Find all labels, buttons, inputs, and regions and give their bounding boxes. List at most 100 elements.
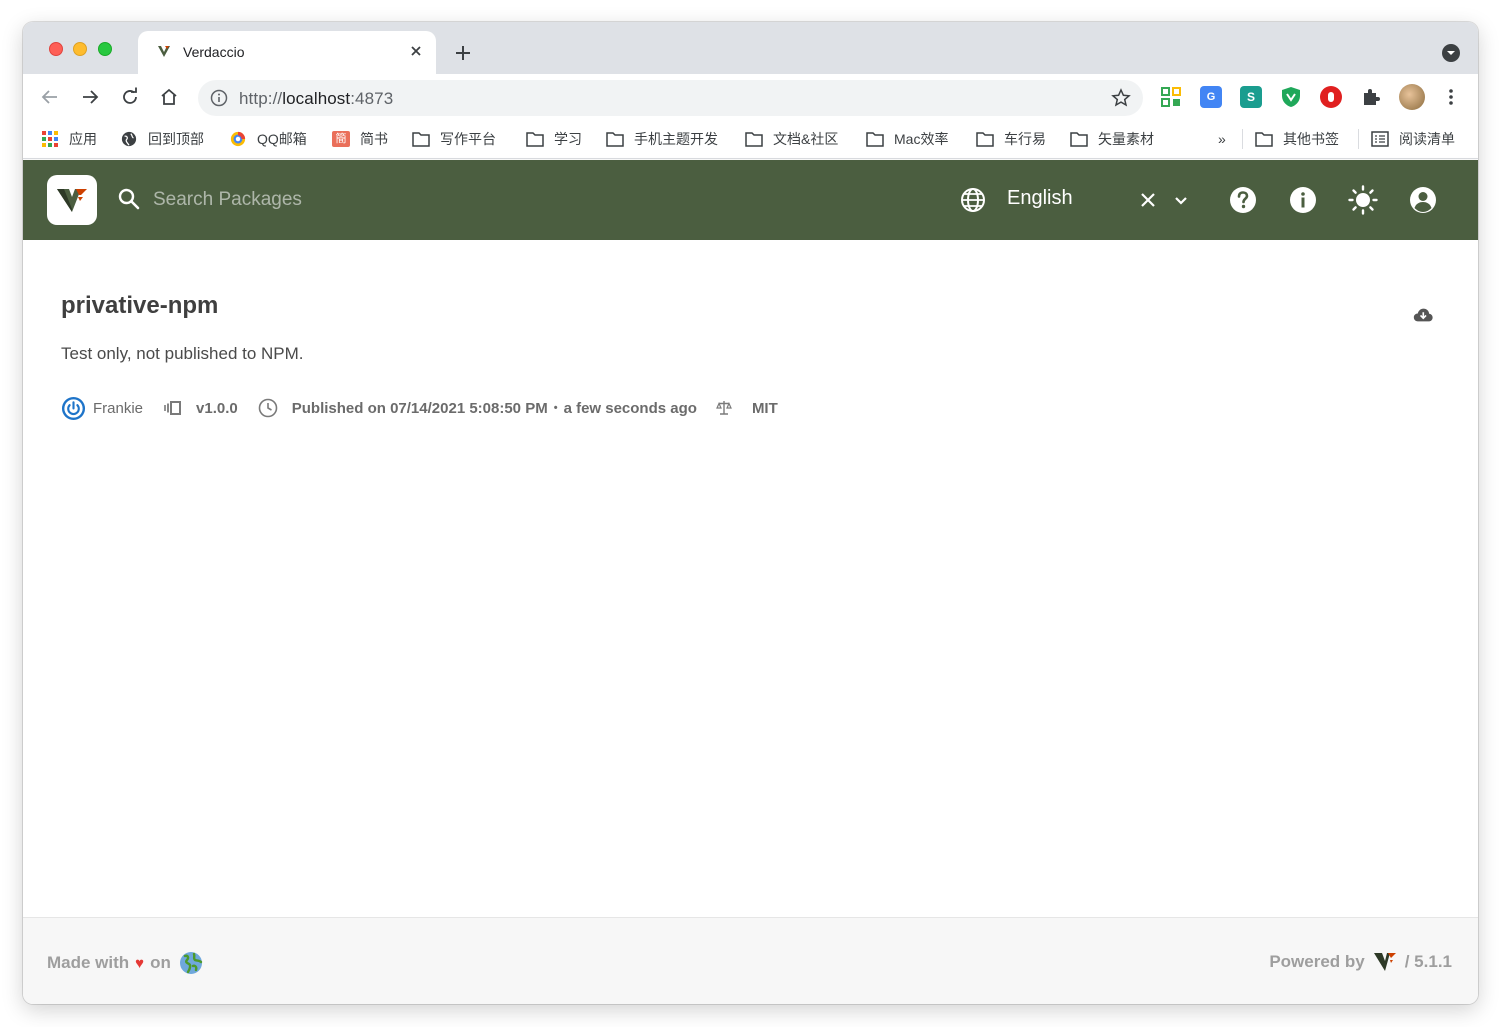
earth-globe-icon[interactable] [179, 951, 203, 975]
new-tab-button[interactable] [451, 41, 475, 65]
clear-language-icon[interactable] [1136, 188, 1160, 212]
bookmark-folder[interactable]: Mac效率 [866, 129, 948, 149]
back-button[interactable] [38, 85, 62, 109]
language-select[interactable]: English [1007, 187, 1073, 210]
published-date: Published on 07/14/2021 5:08:50 PM [291, 399, 548, 417]
bookmarks-overflow-button[interactable]: » [1218, 129, 1226, 149]
s-extension-icon[interactable]: S [1240, 86, 1262, 108]
bookmark-label: 应用 [69, 131, 97, 147]
arrow-right-icon [83, 90, 99, 104]
bookmark-folder[interactable]: 文档&社区 [745, 129, 838, 149]
folder-icon [412, 132, 430, 147]
globe-icon [961, 188, 985, 212]
package-list: privative-npm Test only, not published t… [23, 240, 1478, 917]
bookmark-folder[interactable]: 车行易 [976, 129, 1046, 149]
bookmark-back-to-top[interactable]: 回到顶部 [120, 129, 204, 149]
bookmarks-divider [1358, 129, 1359, 149]
info-icon[interactable] [210, 89, 228, 107]
bookmark-label: 其他书签 [1283, 131, 1339, 147]
jianshu-icon: 簡 [332, 131, 350, 147]
bookmark-label: 手机主题开发 [634, 131, 718, 147]
meta-separator: • [553, 402, 558, 414]
url-host: localhost [282, 89, 351, 108]
cloud-download-icon[interactable] [1412, 304, 1434, 326]
address-bar[interactable]: http://localhost:4873 [198, 80, 1143, 116]
bookmark-folder[interactable]: 学习 [526, 129, 582, 149]
folder-icon [745, 132, 763, 147]
browser-menu-button[interactable] [1440, 86, 1462, 108]
bookmark-label: 矢量素材 [1098, 131, 1154, 147]
account-icon[interactable] [1408, 185, 1438, 215]
footer-powered-by: Powered by / 5.1.1 [1269, 951, 1452, 973]
verdaccio-logo-icon[interactable] [1373, 951, 1397, 973]
tab-search-button[interactable] [1442, 44, 1460, 62]
bookmark-label: Mac效率 [894, 131, 949, 147]
folder-icon [606, 132, 624, 147]
info-icon[interactable] [1288, 185, 1318, 215]
bookmark-apps[interactable]: 应用 [41, 129, 97, 149]
reload-button[interactable] [118, 85, 142, 109]
home-button[interactable] [157, 85, 181, 109]
search-icon [118, 188, 140, 210]
folder-icon [1070, 132, 1088, 147]
url-port: :4873 [350, 89, 394, 108]
globe-icon [121, 131, 137, 147]
folder-icon [866, 132, 884, 147]
browser-tab[interactable]: Verdaccio [138, 31, 436, 74]
help-icon[interactable] [1228, 185, 1258, 215]
folder-icon [1255, 132, 1273, 147]
verdaccio-version: / 5.1.1 [1404, 952, 1452, 971]
app-header: English [23, 160, 1478, 240]
verdaccio-favicon-icon [158, 46, 170, 57]
bookmark-label: 写作平台 [440, 131, 496, 147]
bookmarks-divider [1242, 129, 1243, 149]
heart-icon: ♥ [135, 954, 145, 972]
maximize-window-button[interactable] [98, 42, 112, 56]
powered-by-text: Powered by [1269, 952, 1365, 971]
verdaccio-logo[interactable] [47, 175, 97, 225]
qq-mail-icon [230, 131, 246, 147]
bookmark-folder[interactable]: 手机主题开发 [606, 129, 718, 149]
bookmark-folder[interactable]: 矢量素材 [1070, 129, 1154, 149]
browser-window: Verdaccio http://localhost:4873 G S 应用 回… [23, 22, 1478, 1004]
bookmark-label: 学习 [554, 131, 582, 147]
shield-extension-icon[interactable] [1280, 86, 1302, 108]
reading-list-button[interactable]: 阅读清单 [1371, 129, 1455, 149]
minimize-window-button[interactable] [73, 42, 87, 56]
package-version: v1.0.0 [196, 399, 238, 417]
close-window-button[interactable] [49, 42, 63, 56]
home-icon [161, 88, 177, 105]
close-icon [411, 46, 421, 56]
bookmark-label: 简书 [360, 131, 388, 147]
bookmark-jianshu[interactable]: 簡 简书 [332, 129, 388, 149]
search-packages-input[interactable] [153, 184, 553, 216]
qr-extension-icon[interactable] [1160, 86, 1182, 108]
on-text: on [150, 953, 171, 972]
theme-toggle-sun-icon[interactable] [1348, 185, 1378, 215]
adblock-extension-icon[interactable] [1320, 86, 1342, 108]
tab-title: Verdaccio [183, 44, 245, 60]
tab-close-button[interactable] [406, 41, 426, 61]
package-name[interactable]: privative-npm [61, 292, 218, 320]
other-bookmarks-folder[interactable]: 其他书签 [1255, 129, 1339, 149]
profile-avatar[interactable] [1399, 84, 1425, 110]
package-description: Test only, not published to NPM. [61, 344, 304, 363]
chevron-down-icon [1447, 51, 1455, 55]
clock-icon [258, 398, 278, 418]
package-license: MIT [751, 399, 778, 417]
bookmark-folder[interactable]: 写作平台 [412, 129, 496, 149]
published-relative: a few seconds ago [563, 399, 697, 417]
plus-icon [456, 46, 470, 60]
bookmark-star-icon[interactable] [1111, 88, 1131, 108]
bookmark-label: 文档&社区 [773, 131, 839, 147]
bookmark-label: 车行易 [1004, 131, 1046, 147]
chevron-down-icon[interactable] [1169, 188, 1193, 212]
folder-icon [976, 132, 994, 147]
bookmark-qq-mail[interactable]: QQ邮箱 [229, 129, 307, 149]
extensions-puzzle-icon[interactable] [1360, 86, 1382, 108]
translate-extension-icon[interactable]: G [1200, 86, 1222, 108]
forward-button[interactable] [78, 85, 102, 109]
more-vert-icon [1449, 89, 1453, 105]
footer-made-with: Made with ♥ on [47, 951, 203, 975]
apps-grid-icon [42, 131, 58, 147]
